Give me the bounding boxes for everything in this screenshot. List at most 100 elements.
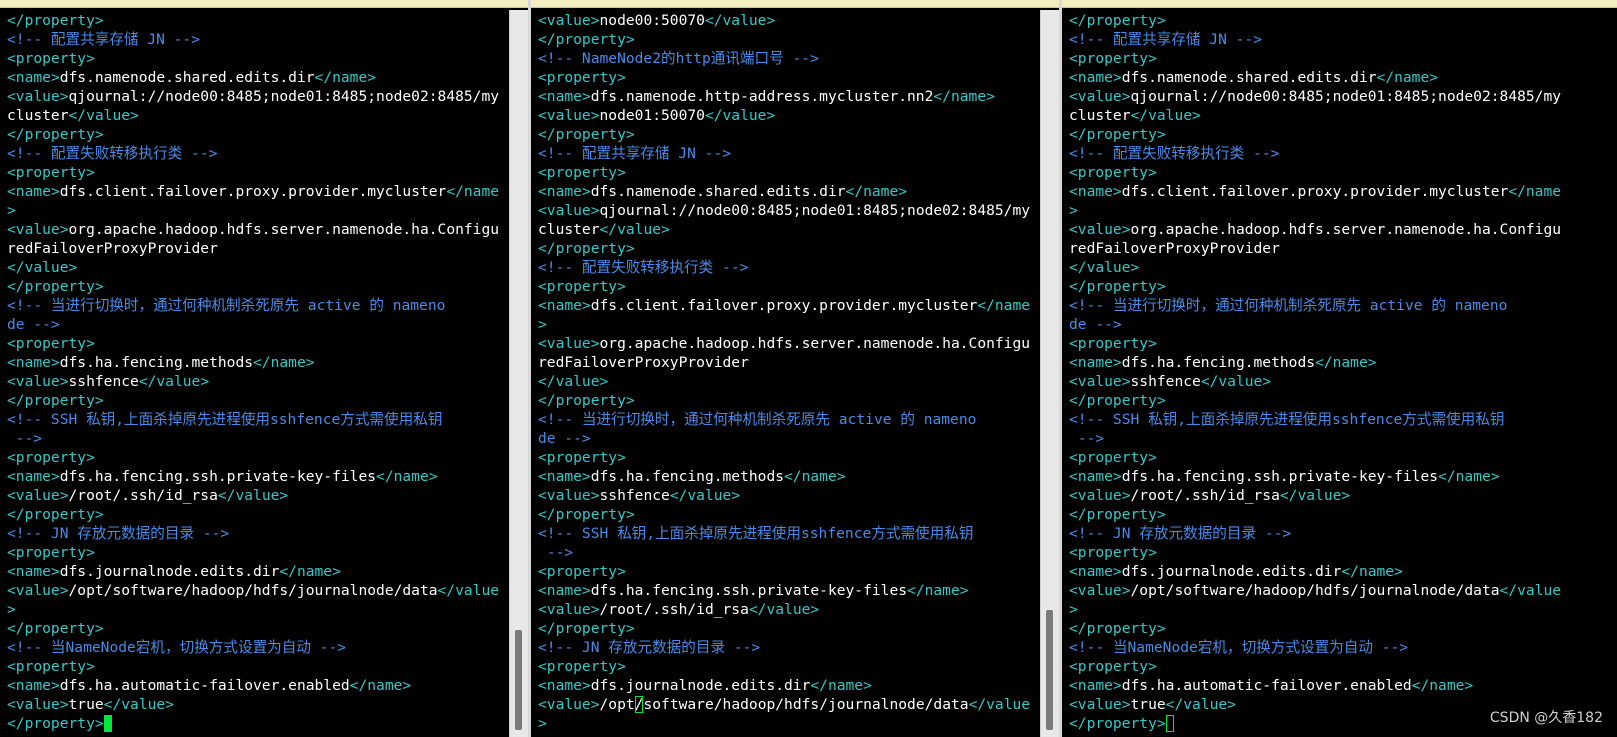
terminal-text[interactable]: <value>node00:50070</value> </property> <!… — [538, 11, 1039, 733]
terminal-line: <name>dfs.ha.fencing.ssh.private-key-fil… — [538, 581, 1039, 600]
terminal-line: cluster</value> — [7, 106, 508, 125]
terminal-text-segment: de --> — [1069, 316, 1122, 333]
terminal-text-segment: <value> — [7, 221, 69, 238]
terminal-text-segment: <property> — [538, 658, 626, 675]
scrollbar[interactable] — [1040, 10, 1059, 737]
terminal-line: </property> — [538, 125, 1039, 144]
terminal-text-segment: <!-- 配置共享存储 JN --> — [538, 145, 731, 162]
terminal-text-segment: </property> — [538, 392, 635, 409]
terminal-text-segment: </name> — [784, 468, 846, 485]
terminal-line: </property> — [538, 619, 1039, 638]
terminal-text-segment: dfs.client.failover.proxy.provider.myclu… — [590, 297, 978, 314]
terminal-text-segment: <property> — [1069, 449, 1157, 466]
scrollbar[interactable] — [509, 10, 528, 737]
terminal-text-segment: <name> — [538, 183, 591, 200]
terminal-line: </value> — [7, 258, 508, 277]
terminal-text-segment: </property> — [1069, 620, 1166, 637]
terminal-text-segment: </value> — [1200, 373, 1272, 390]
terminal-line: <!-- JN 存放元数据的目录 --> — [7, 524, 508, 543]
scrollbar-thumb[interactable] — [1046, 610, 1053, 730]
terminal-text-segment: </name> — [1341, 563, 1403, 580]
terminal-line: <value>org.apache.hadoop.hdfs.server.nam… — [1069, 220, 1597, 239]
terminal-pane-1[interactable]: </property> <!-- 配置共享存储 JN --> <property> <… — [0, 0, 528, 737]
terminal-line: <name>dfs.ha.fencing.methods</name> — [538, 467, 1039, 486]
terminal-text-segment: <name> — [538, 88, 591, 105]
terminal-text-segment: redFailoverProxyProvider — [1069, 240, 1280, 257]
terminal-text-segment: qjournal://node00:8485;node01:8485;node0… — [599, 202, 1031, 219]
terminal-text-segment: <property> — [538, 278, 626, 295]
terminal-text-segment: redFailoverProxyProvider — [7, 240, 218, 257]
terminal-line: <name>dfs.namenode.http-address.mycluste… — [538, 87, 1039, 106]
terminal-line: </property> — [538, 391, 1039, 410]
terminal-line: <name>dfs.ha.automatic-failover.enabled<… — [7, 676, 508, 695]
terminal-text-segment: /opt/software/hadoop/hdfs/journalnode/da… — [1130, 582, 1500, 599]
terminal-text-segment: > — [7, 202, 16, 219]
terminal-line: --> — [538, 543, 1039, 562]
terminal-text-segment: <value> — [7, 696, 69, 713]
terminal-text-segment: </name> — [314, 69, 377, 86]
terminal-text-segment: </value> — [599, 221, 670, 238]
terminal-text-segment: <value> — [538, 12, 600, 29]
terminal-text-segment: cluster — [1069, 107, 1131, 124]
terminal-text-segment: <value> — [1069, 696, 1131, 713]
terminal-text-segment: <name> — [538, 297, 591, 314]
terminal-line: <name>dfs.ha.fencing.methods</name> — [1069, 353, 1597, 372]
terminal-text-segment: <value> — [7, 487, 69, 504]
terminal-text-segment: <value> — [538, 487, 600, 504]
terminal-text-segment: <property> — [1069, 544, 1157, 561]
terminal-text-segment: </value> — [1130, 107, 1201, 124]
terminal-text-segment: dfs.ha.fencing.methods — [1121, 354, 1316, 371]
terminal-line: <!-- 配置失败转移执行类 --> — [7, 144, 508, 163]
terminal-text-segment: <!-- JN 存放元数据的目录 --> — [7, 525, 230, 542]
terminal-text-segment: qjournal://node00:8485;node01:8485;node0… — [1130, 88, 1562, 105]
terminal-text-segment: </value> — [704, 107, 776, 124]
terminal-text-segment: --> — [7, 430, 43, 447]
terminal-line: <!-- JN 存放元数据的目录 --> — [1069, 524, 1597, 543]
terminal-line: <property> — [7, 448, 508, 467]
terminal-line: </property> — [1069, 125, 1597, 144]
terminal-text-segment: <property> — [538, 563, 626, 580]
terminal-text-segment: </property> — [538, 506, 635, 523]
terminal-line: <value>true</value> — [7, 695, 508, 714]
terminal-text-segment: <property> — [7, 164, 95, 181]
terminal-text-segment: </name — [1508, 183, 1562, 200]
terminal-pane-3[interactable]: </property> <!-- 配置共享存储 JN --> <property> <… — [1062, 0, 1617, 737]
terminal-text-segment: dfs.ha.fencing.methods — [59, 354, 254, 371]
terminal-text-segment: <value> — [7, 88, 69, 105]
terminal-line: <property> — [7, 163, 508, 182]
terminal-text-segment: de --> — [538, 430, 591, 447]
terminal-text-segment: true — [1130, 696, 1166, 713]
terminal-text-segment: </property> — [1069, 392, 1166, 409]
terminal-text-segment: <name> — [7, 677, 60, 694]
terminal-line: <property> — [538, 657, 1039, 676]
terminal-text-segment: </property> — [1069, 715, 1166, 732]
terminal-text-segment: sshfence — [599, 487, 670, 504]
terminal-line: </property> — [1069, 11, 1597, 30]
terminal-pane-2[interactable]: <value>node00:50070</value> </property> <!… — [531, 0, 1059, 737]
terminal-text-segment: <property> — [7, 658, 95, 675]
terminal-text-segment: <name> — [1069, 677, 1122, 694]
terminal-text-segment: software/hadoop/hdfs/journalnode/data — [643, 696, 969, 713]
terminal-line: <!-- 当进行切换时，通过何种机制杀死原先 active 的 nameno — [1069, 296, 1597, 315]
terminal-text-segment: <value> — [1069, 582, 1131, 599]
terminal-text-segment: dfs.journalnode.edits.dir — [59, 563, 280, 580]
terminal-line: </property> — [538, 239, 1039, 258]
terminal-line: <value>org.apache.hadoop.hdfs.server.nam… — [7, 220, 508, 239]
terminal-text-segment: </property> — [1069, 12, 1166, 29]
terminal-text-segment: cluster — [538, 221, 600, 238]
terminal-text-segment: <property> — [1069, 335, 1157, 352]
terminal-text-segment: </name> — [253, 354, 315, 371]
terminal-line: de --> — [1069, 315, 1597, 334]
terminal-text-segment: <name> — [7, 183, 60, 200]
terminal-text-segment: <property> — [538, 69, 626, 86]
scrollbar-thumb[interactable] — [515, 630, 522, 730]
terminal-line: <name>dfs.namenode.shared.edits.dir</nam… — [1069, 68, 1597, 87]
terminal-text[interactable]: </property> <!-- 配置共享存储 JN --> <property> <… — [7, 11, 508, 733]
terminal-line: <property> — [7, 657, 508, 676]
terminal-text-segment: </value> — [68, 107, 139, 124]
terminal-line: <name>dfs.ha.automatic-failover.enabled<… — [1069, 676, 1597, 695]
terminal-text-segment: > — [538, 715, 547, 732]
terminal-text[interactable]: </property> <!-- 配置共享存储 JN --> <property> <… — [1069, 11, 1597, 733]
terminal-line: <property> — [538, 562, 1039, 581]
terminal-text-segment: </value> — [538, 373, 609, 390]
